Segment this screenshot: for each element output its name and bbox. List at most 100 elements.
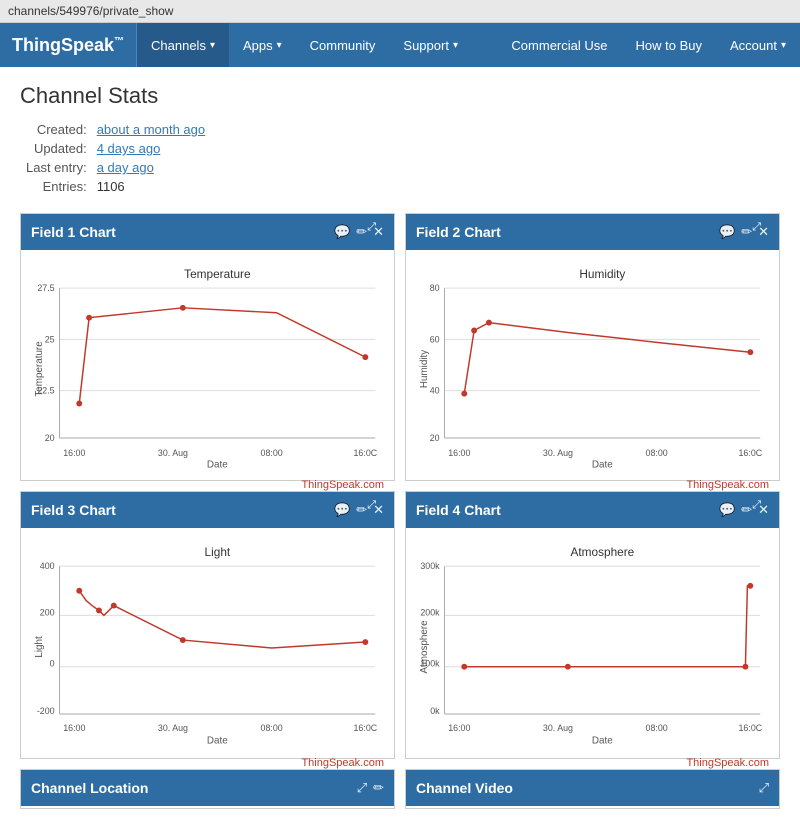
svg-text:60: 60	[430, 334, 440, 344]
field2-chart-title: Field 2 Chart	[416, 224, 501, 240]
brand-text: ThingSpeak™	[12, 35, 124, 56]
page-content: Channel Stats Created: about a month ago…	[0, 67, 800, 825]
svg-text:16:0C: 16:0C	[739, 723, 763, 733]
svg-text:200: 200	[40, 607, 55, 617]
svg-text:08:00: 08:00	[646, 723, 668, 733]
field1-thingspeak-link[interactable]: ThingSpeak.com	[25, 479, 390, 493]
navbar-right: Commercial Use How to Buy Account▾	[497, 23, 800, 67]
channel-video-title: Channel Video	[416, 780, 513, 796]
field1-chart-title: Field 1 Chart	[31, 224, 116, 240]
field2-chart-body: Humidity 80 60 40 20 16:00 30. Aug 08:00…	[406, 250, 779, 480]
field4-expand-icon[interactable]: ⤢	[752, 499, 761, 512]
field3-edit-icon[interactable]: ✏	[356, 502, 367, 518]
field3-expand-icon[interactable]: ⤢	[367, 499, 376, 512]
field3-thingspeak-link[interactable]: ThingSpeak.com	[25, 757, 390, 771]
page-title: Channel Stats	[20, 83, 780, 109]
svg-text:300k: 300k	[420, 561, 440, 571]
location-expand-icon[interactable]: ⤢	[357, 780, 367, 796]
field2-expand-icon[interactable]: ⤢	[752, 221, 761, 234]
svg-text:08:00: 08:00	[261, 448, 283, 458]
channel-location-title: Channel Location	[31, 780, 148, 796]
nav-apps[interactable]: Apps▾	[229, 23, 296, 67]
field4-chart-controls: 💬 ✏ ✕ ⤢	[719, 502, 769, 518]
location-edit-icon[interactable]: ✏	[373, 780, 384, 796]
svg-text:16:00: 16:00	[448, 448, 470, 458]
svg-text:80: 80	[430, 283, 440, 293]
svg-text:Temperature: Temperature	[184, 267, 251, 281]
svg-text:-200: -200	[37, 706, 55, 716]
stat-updated-value: 4 days ago	[93, 140, 209, 157]
svg-text:Light: Light	[205, 545, 231, 559]
field1-chart-card: Field 1 Chart 💬 ✏ ✕ ⤢ Temperature 27.5	[20, 213, 395, 481]
field4-chart-title: Field 4 Chart	[416, 502, 501, 518]
field1-edit-icon[interactable]: ✏	[356, 224, 367, 240]
svg-text:16:0C: 16:0C	[354, 723, 378, 733]
field4-chart-svg: Atmosphere 300k 200k 100k 0k 16:00 30. A…	[410, 536, 775, 754]
svg-text:30. Aug: 30. Aug	[543, 723, 573, 733]
field1-chart-body: Temperature 27.5 25 22.5 20 16:00 30. Au…	[21, 250, 394, 480]
svg-text:Date: Date	[592, 736, 613, 747]
field3-chart-title: Field 3 Chart	[31, 502, 116, 518]
field2-chart-svg: Humidity 80 60 40 20 16:00 30. Aug 08:00…	[410, 258, 775, 476]
field2-edit-icon[interactable]: ✏	[741, 224, 752, 240]
charts-grid: Field 1 Chart 💬 ✏ ✕ ⤢ Temperature 27.5	[20, 213, 780, 759]
field1-chart-controls: 💬 ✏ ✕ ⤢	[334, 224, 384, 240]
stat-last-entry-label: Last entry:	[22, 159, 91, 176]
navbar: ThingSpeak™ Channels▾ Apps▾ Community Su…	[0, 23, 800, 67]
field3-chart-svg: Light 400 200 0 -200 16:00 30. Aug 08:00…	[25, 536, 390, 754]
svg-text:0: 0	[50, 659, 55, 669]
field2-comment-icon[interactable]: 💬	[719, 224, 735, 240]
svg-text:Date: Date	[207, 460, 228, 471]
field4-thingspeak-link[interactable]: ThingSpeak.com	[410, 757, 775, 771]
svg-text:40: 40	[430, 386, 440, 396]
field1-comment-icon[interactable]: 💬	[334, 224, 350, 240]
svg-text:30. Aug: 30. Aug	[158, 448, 188, 458]
brand-logo[interactable]: ThingSpeak™	[0, 23, 137, 67]
svg-text:400: 400	[40, 561, 55, 571]
svg-text:Humidity: Humidity	[579, 267, 625, 281]
field4-chart-header: Field 4 Chart 💬 ✏ ✕ ⤢	[406, 492, 779, 528]
channel-location-card: Channel Location ⤢ ✏	[20, 769, 395, 809]
stat-updated-label: Updated:	[22, 140, 91, 157]
video-expand-icon[interactable]: ⤢	[759, 780, 769, 796]
nav-how-to-buy[interactable]: How to Buy	[622, 23, 716, 67]
field4-comment-icon[interactable]: 💬	[719, 502, 735, 518]
svg-text:20: 20	[45, 433, 55, 443]
svg-text:25: 25	[45, 334, 55, 344]
field2-chart-card: Field 2 Chart 💬 ✏ ✕ ⤢ Humidity 80 60 40	[405, 213, 780, 481]
field1-chart-header: Field 1 Chart 💬 ✏ ✕ ⤢	[21, 214, 394, 250]
nav-channels[interactable]: Channels▾	[137, 23, 229, 67]
browser-url-bar: channels/549976/private_show	[0, 0, 800, 23]
field1-expand-icon[interactable]: ⤢	[367, 221, 376, 234]
svg-text:Humidity: Humidity	[419, 350, 430, 388]
field3-chart-card: Field 3 Chart 💬 ✏ ✕ ⤢ Light 400 200 0 -2	[20, 491, 395, 759]
svg-text:27.5: 27.5	[37, 283, 54, 293]
channel-video-card: Channel Video ⤢	[405, 769, 780, 809]
nav-commercial[interactable]: Commercial Use	[497, 23, 621, 67]
svg-text:Date: Date	[592, 460, 613, 471]
nav-account[interactable]: Account▾	[716, 23, 800, 67]
field3-chart-header: Field 3 Chart 💬 ✏ ✕ ⤢	[21, 492, 394, 528]
field4-chart-card: Field 4 Chart 💬 ✏ ✕ ⤢ Atmosphere 300k 20…	[405, 491, 780, 759]
svg-text:16:0C: 16:0C	[354, 448, 378, 458]
svg-text:16:00: 16:00	[448, 723, 470, 733]
field3-comment-icon[interactable]: 💬	[334, 502, 350, 518]
stat-created-label: Created:	[22, 121, 91, 138]
svg-text:30. Aug: 30. Aug	[158, 723, 188, 733]
svg-text:Light: Light	[34, 636, 45, 658]
svg-text:30. Aug: 30. Aug	[543, 448, 573, 458]
field3-chart-controls: 💬 ✏ ✕ ⤢	[334, 502, 384, 518]
field3-chart-body: Light 400 200 0 -200 16:00 30. Aug 08:00…	[21, 528, 394, 758]
channel-location-header: Channel Location ⤢ ✏	[21, 770, 394, 806]
field4-edit-icon[interactable]: ✏	[741, 502, 752, 518]
nav-support[interactable]: Support▾	[389, 23, 472, 67]
field2-thingspeak-link[interactable]: ThingSpeak.com	[410, 479, 775, 493]
stat-last-entry-value: a day ago	[93, 159, 209, 176]
stat-entries-value: 1106	[93, 178, 209, 195]
svg-text:16:00: 16:00	[63, 723, 85, 733]
svg-text:16:0C: 16:0C	[739, 448, 763, 458]
stats-table: Created: about a month ago Updated: 4 da…	[20, 119, 211, 197]
charts-grid-bottom: Channel Location ⤢ ✏ Channel Video ⤢	[20, 769, 780, 809]
nav-community[interactable]: Community	[296, 23, 390, 67]
stat-entries-label: Entries:	[22, 178, 91, 195]
